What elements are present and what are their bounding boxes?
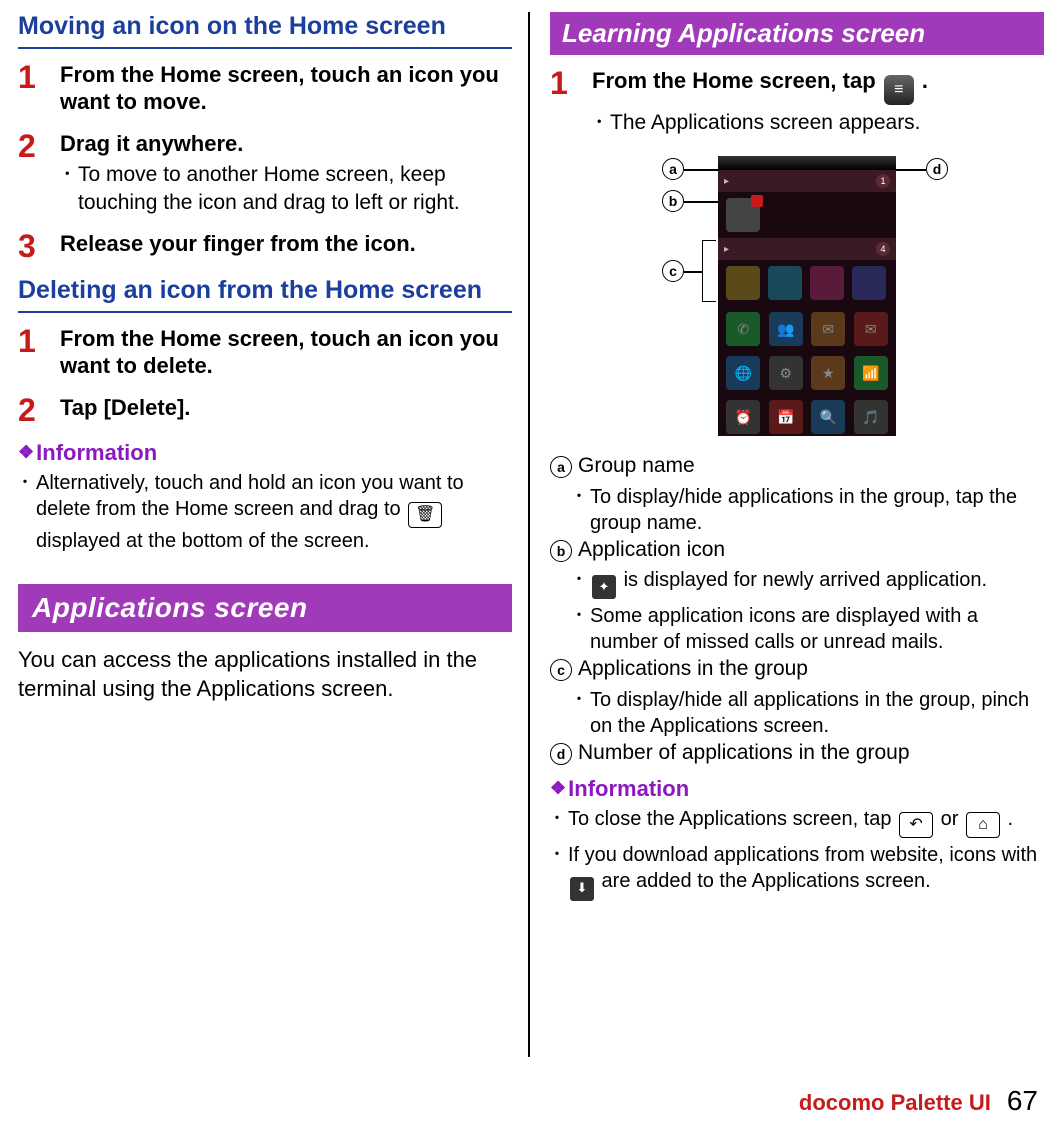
step-number: 1: [550, 67, 592, 136]
page-footer: docomo Palette UI 67: [799, 1085, 1038, 1117]
applications-screen-description: You can access the applications installe…: [18, 646, 512, 703]
step-note: The Applications screen appears.: [610, 109, 1044, 136]
diamond-icon: ❖: [18, 442, 34, 463]
legend-c: c Applications in the group: [550, 655, 1044, 682]
legend-note: To display/hide all applications in the …: [590, 687, 1044, 739]
legend-note: Some application icons are displayed wit…: [590, 603, 1044, 655]
callout-c: c: [662, 260, 684, 282]
learning-applications-banner: Learning Applications screen: [550, 12, 1044, 55]
move-step-3: 3 Release your finger from the icon.: [18, 230, 512, 262]
delete-step-2: 2 Tap [Delete].: [18, 394, 512, 426]
legend-d: d Number of applications in the group: [550, 739, 1044, 766]
information-text: To close the Applications screen, tap ↶ …: [568, 806, 1044, 838]
step-instruction: Drag it anywhere.: [60, 130, 512, 158]
back-key-icon: ↶: [899, 812, 933, 838]
step-number: 3: [18, 230, 60, 262]
right-column: Learning Applications screen 1 From the …: [550, 12, 1044, 1060]
diamond-icon: ❖: [550, 778, 566, 799]
information-text: Alternatively, touch and hold an icon yo…: [36, 470, 512, 554]
step-instruction: Tap [Delete].: [60, 394, 512, 422]
bullet-dot: ･: [572, 484, 590, 536]
bullet-dot: ･: [60, 161, 78, 216]
information-heading: ❖Information: [18, 440, 512, 466]
delete-step-1: 1 From the Home screen, touch an icon yo…: [18, 325, 512, 380]
move-step-2: 2 Drag it anywhere. ･ To move to another…: [18, 130, 512, 216]
download-badge-icon: ⬇: [570, 877, 594, 901]
step-instruction: From the Home screen, tap ≡ .: [592, 67, 1044, 105]
step-instruction: Release your finger from the icon.: [60, 230, 512, 258]
learn-step-1: 1 From the Home screen, tap ≡ . ･ The Ap…: [550, 67, 1044, 136]
applications-screenshot: ▸1 ▸4 ✆👥✉✉ 🌐⚙★📶 ⏰📅🔍🎵: [550, 150, 1044, 438]
step-instruction: From the Home screen, touch an icon you …: [60, 325, 512, 380]
bullet-dot: ･: [592, 109, 610, 136]
move-step-1: 1 From the Home screen, touch an icon yo…: [18, 61, 512, 116]
legend-note: To display/hide applications in the grou…: [590, 484, 1044, 536]
apps-launcher-icon: ≡: [884, 75, 914, 105]
home-key-icon: ⌂: [966, 812, 1000, 838]
heading-deleting-icon: Deleting an icon from the Home screen: [18, 276, 512, 313]
step-instruction: From the Home screen, touch an icon you …: [60, 61, 512, 116]
information-heading: ❖Information: [550, 776, 1044, 802]
bullet-dot: ･: [572, 567, 590, 599]
callout-b: b: [662, 190, 684, 212]
bullet-dot: ･: [550, 806, 568, 838]
heading-moving-icon: Moving an icon on the Home screen: [18, 12, 512, 49]
trash-icon: 🗑: [408, 502, 442, 528]
information-text: If you download applications from websit…: [568, 842, 1044, 900]
left-column: Moving an icon on the Home screen 1 From…: [18, 12, 512, 1060]
step-note: To move to another Home screen, keep tou…: [78, 161, 512, 216]
bullet-dot: ･: [550, 842, 568, 900]
bullet-dot: ･: [572, 603, 590, 655]
step-number: 1: [18, 325, 60, 380]
new-badge-icon: ✦: [592, 575, 616, 599]
step-number: 1: [18, 61, 60, 116]
step-number: 2: [18, 130, 60, 216]
phone-mock: ▸1 ▸4 ✆👥✉✉ 🌐⚙★📶 ⏰📅🔍🎵: [718, 156, 896, 436]
bullet-dot: ･: [572, 687, 590, 739]
legend-a: a Group name: [550, 452, 1044, 479]
applications-screen-banner: Applications screen: [18, 584, 512, 632]
legend-note: ✦ is displayed for newly arrived applica…: [590, 567, 1044, 599]
bullet-dot: ･: [18, 470, 36, 554]
page-number: 67: [1007, 1085, 1038, 1117]
callout-d: d: [926, 158, 948, 180]
step-number: 2: [18, 394, 60, 426]
callout-a: a: [662, 158, 684, 180]
column-divider: [528, 12, 530, 1057]
legend-b: b Application icon: [550, 536, 1044, 563]
footer-section-label: docomo Palette UI: [799, 1090, 991, 1116]
